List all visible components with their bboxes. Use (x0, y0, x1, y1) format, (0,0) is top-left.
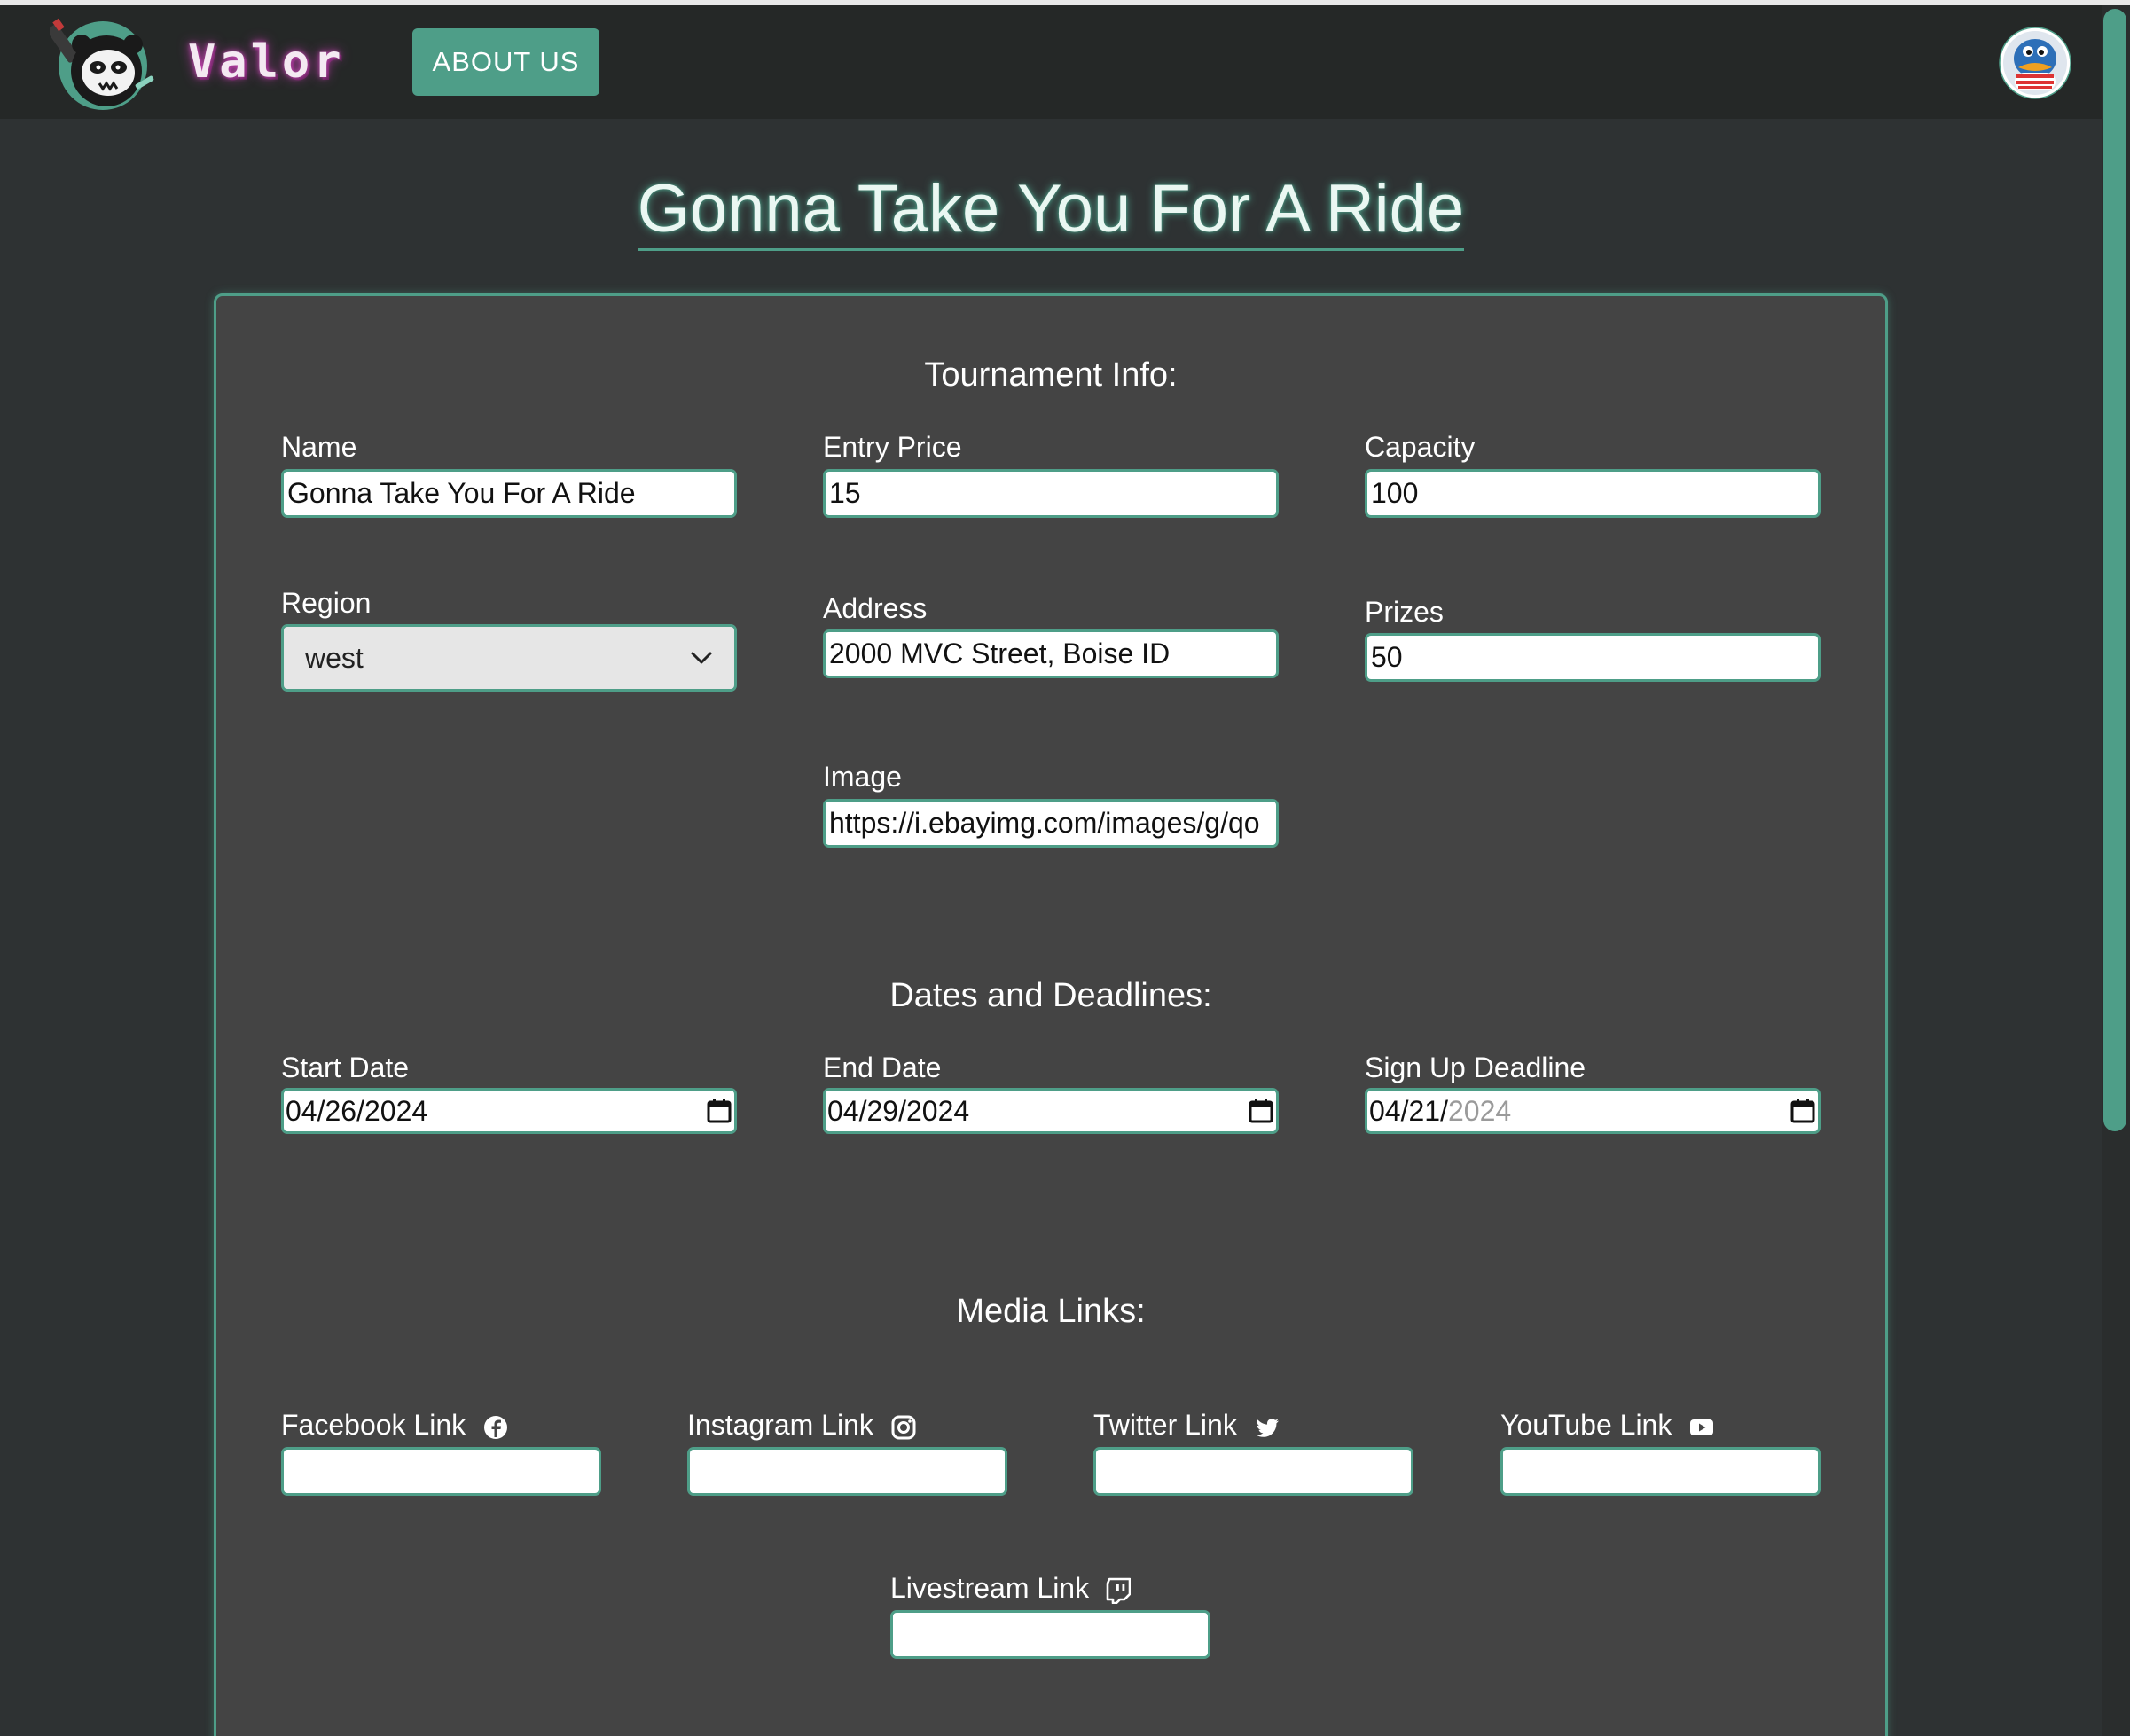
page-title: Gonna Take You For A Ride (0, 170, 2102, 251)
dates-heading: Dates and Deadlines: (889, 977, 1212, 1014)
instagram-icon (891, 1415, 916, 1440)
twitch-icon (1106, 1577, 1131, 1604)
start-date-label: Start Date (281, 1052, 410, 1083)
name-label: Name (281, 431, 357, 463)
image-label: Image (823, 761, 902, 793)
twitter-link-input[interactable] (1093, 1447, 1413, 1496)
facebook-icon (484, 1415, 508, 1439)
twitter-icon (1256, 1418, 1279, 1437)
user-avatar[interactable] (1999, 27, 2071, 99)
signup-deadline-label: Sign Up Deadline (1365, 1052, 1586, 1083)
youtube-link-input[interactable] (1500, 1447, 1821, 1496)
capacity-input[interactable]: 100 (1365, 469, 1821, 518)
facebook-link-input[interactable] (281, 1447, 601, 1496)
end-date-value: 04/29/2024 (827, 1094, 970, 1127)
youtube-label-text: YouTube Link (1500, 1409, 1672, 1441)
image-url-input[interactable]: https://i.ebayimg.com/images/g/qo (823, 799, 1279, 848)
calendar-icon[interactable] (1789, 1098, 1816, 1124)
twitter-label: Twitter Link (1093, 1409, 1280, 1442)
panda-logo-icon[interactable] (50, 14, 161, 113)
facebook-label: Facebook Link (281, 1409, 509, 1442)
calendar-icon[interactable] (1248, 1098, 1274, 1124)
navbar: Valor ABOUT US (0, 5, 2102, 119)
signup-deadline-placeholder: 2024 (1447, 1094, 1512, 1127)
start-date-value: 04/26/2024 (286, 1094, 428, 1127)
app-window: Valor ABOUT US Gonna Take You For A Ride… (0, 0, 2130, 1736)
calendar-icon[interactable] (706, 1098, 732, 1124)
capacity-label: Capacity (1365, 431, 1476, 463)
media-links-heading: Media Links: (956, 1293, 1146, 1330)
entry-price-label: Entry Price (823, 431, 962, 463)
livestream-link-input[interactable] (890, 1610, 1210, 1659)
region-label: Region (281, 587, 372, 619)
end-date-input[interactable]: 04/29/2024 (823, 1088, 1279, 1134)
instagram-label-text: Instagram Link (687, 1409, 873, 1441)
signup-deadline-input[interactable]: 04/21/2024 (1365, 1088, 1821, 1134)
address-label: Address (823, 592, 928, 624)
twitter-label-text: Twitter Link (1093, 1409, 1237, 1441)
page-title-text: Gonna Take You For A Ride (637, 171, 1465, 251)
tournament-form: Tournament Info: Name Gonna Take You For… (214, 293, 1888, 1736)
address-input[interactable]: 2000 MVC Street, Boise ID (823, 629, 1279, 678)
youtube-icon (1690, 1419, 1714, 1435)
scrollbar-thumb[interactable] (2103, 9, 2126, 1131)
region-selected-value: west (305, 641, 364, 674)
entry-price-input[interactable]: 15 (823, 469, 1279, 518)
prizes-input[interactable]: 50 (1365, 633, 1821, 682)
end-date-label: End Date (823, 1052, 942, 1083)
name-input[interactable]: Gonna Take You For A Ride (281, 469, 737, 518)
signup-deadline-value: 04/21/2024 (1369, 1095, 1511, 1128)
instagram-link-input[interactable] (687, 1447, 1007, 1496)
instagram-label: Instagram Link (687, 1409, 917, 1442)
youtube-label: YouTube Link (1500, 1409, 1715, 1442)
prizes-label: Prizes (1365, 596, 1444, 628)
chevron-down-icon (691, 652, 712, 664)
tournament-info-heading: Tournament Info: (924, 356, 1178, 394)
start-date-input[interactable]: 04/26/2024 (281, 1088, 737, 1134)
signup-deadline-entered: 04/21/ (1369, 1094, 1448, 1127)
about-us-button[interactable]: ABOUT US (412, 28, 599, 96)
livestream-label-text: Livestream Link (890, 1572, 1090, 1604)
livestream-label: Livestream Link (890, 1572, 1131, 1605)
brand-name: Valor (188, 35, 345, 89)
region-select[interactable]: west (281, 624, 737, 692)
facebook-label-text: Facebook Link (281, 1409, 466, 1441)
